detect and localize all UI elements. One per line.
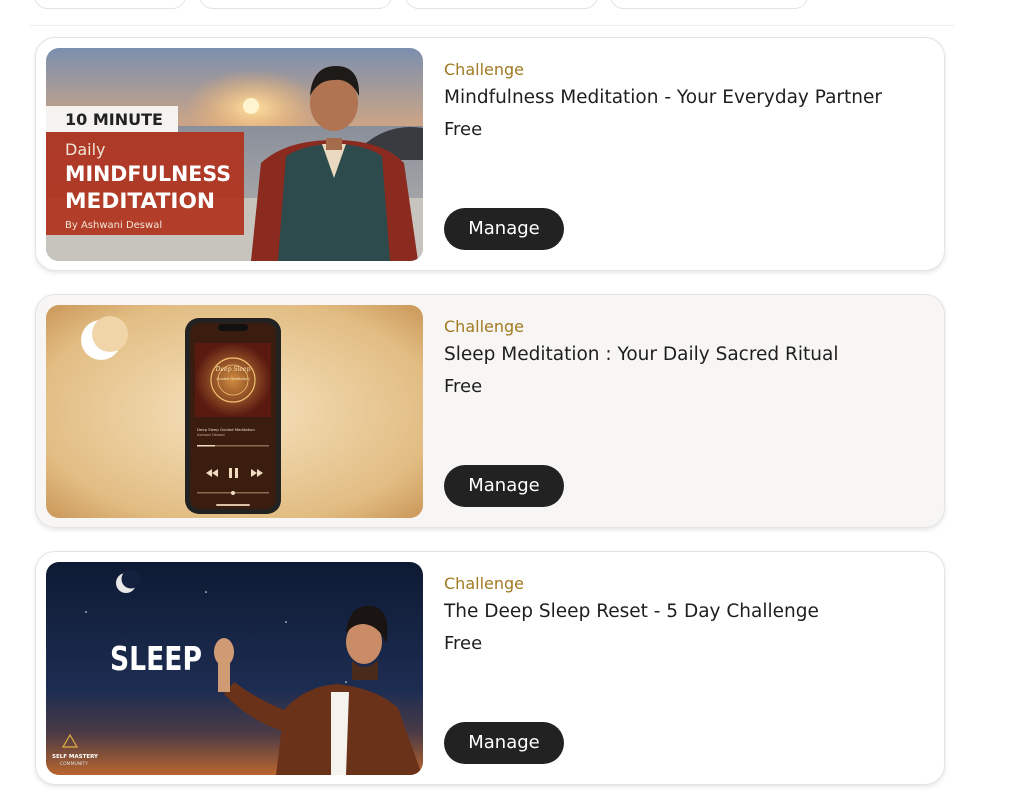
filter-pill[interactable] (405, 0, 598, 9)
deep-sleep-thumbnail-image: SLEEP SELF MASTERY COMMUNITY (46, 562, 423, 775)
course-tag: Challenge (444, 574, 524, 593)
filter-pill[interactable] (199, 0, 392, 9)
course-title[interactable]: The Deep Sleep Reset - 5 Day Challenge (444, 600, 924, 624)
manage-button[interactable]: Manage (444, 208, 564, 250)
track-title: Deep Sleep Guided Meditation (197, 427, 255, 432)
thumb-line5: By Ashwani Deswal (65, 220, 162, 231)
app-title: Deep Sleep (215, 366, 251, 373)
course-card[interactable]: Deep Sleep Guided Meditation Deep Sleep … (35, 294, 945, 528)
course-tag: Challenge (444, 60, 524, 79)
filter-pill[interactable] (610, 0, 808, 9)
course-title[interactable]: Mindfulness Meditation - Your Everyday P… (444, 86, 924, 110)
course-card[interactable]: SLEEP SELF MASTERY COMMUNITY Challenge T… (35, 551, 945, 785)
manage-button[interactable]: Manage (444, 465, 564, 507)
divider (30, 25, 954, 26)
top-filter-strip (0, 0, 1024, 26)
course-title[interactable]: Sleep Meditation : Your Daily Sacred Rit… (444, 343, 924, 367)
course-price: Free (444, 633, 483, 654)
course-info: Challenge Sleep Meditation : Your Daily … (444, 317, 924, 399)
logo-line1: SELF MASTERY (52, 754, 99, 760)
mindfulness-thumbnail-image: 10 MINUTE Daily MINDFULNESS MEDITATION B… (46, 48, 423, 261)
sleep-meditation-thumbnail-image: Deep Sleep Guided Meditation Deep Sleep … (46, 305, 423, 518)
course-card[interactable]: 10 MINUTE Daily MINDFULNESS MEDITATION B… (35, 37, 945, 271)
course-thumbnail[interactable]: Deep Sleep Guided Meditation Deep Sleep … (46, 305, 423, 518)
course-info: Challenge Mindfulness Meditation - Your … (444, 60, 924, 142)
track-artist: Ashwani Deswal (197, 433, 225, 437)
thumb-line2: Daily (65, 140, 105, 159)
course-price: Free (444, 376, 483, 397)
thumb-word: SLEEP (110, 639, 202, 678)
thumb-line1: 10 MINUTE (65, 110, 163, 129)
thumb-line3: MINDFULNESS (65, 162, 231, 186)
filter-pill[interactable] (34, 0, 186, 9)
course-info: Challenge The Deep Sleep Reset - 5 Day C… (444, 574, 924, 656)
manage-button[interactable]: Manage (444, 722, 564, 764)
logo-line2: COMMUNITY (60, 761, 88, 767)
thumb-line4: MEDITATION (65, 189, 215, 213)
course-thumbnail[interactable]: SLEEP SELF MASTERY COMMUNITY (46, 562, 423, 775)
course-price: Free (444, 119, 483, 140)
app-subtitle: Guided Meditation (216, 377, 249, 381)
course-tag: Challenge (444, 317, 524, 336)
course-thumbnail[interactable]: 10 MINUTE Daily MINDFULNESS MEDITATION B… (46, 48, 423, 261)
